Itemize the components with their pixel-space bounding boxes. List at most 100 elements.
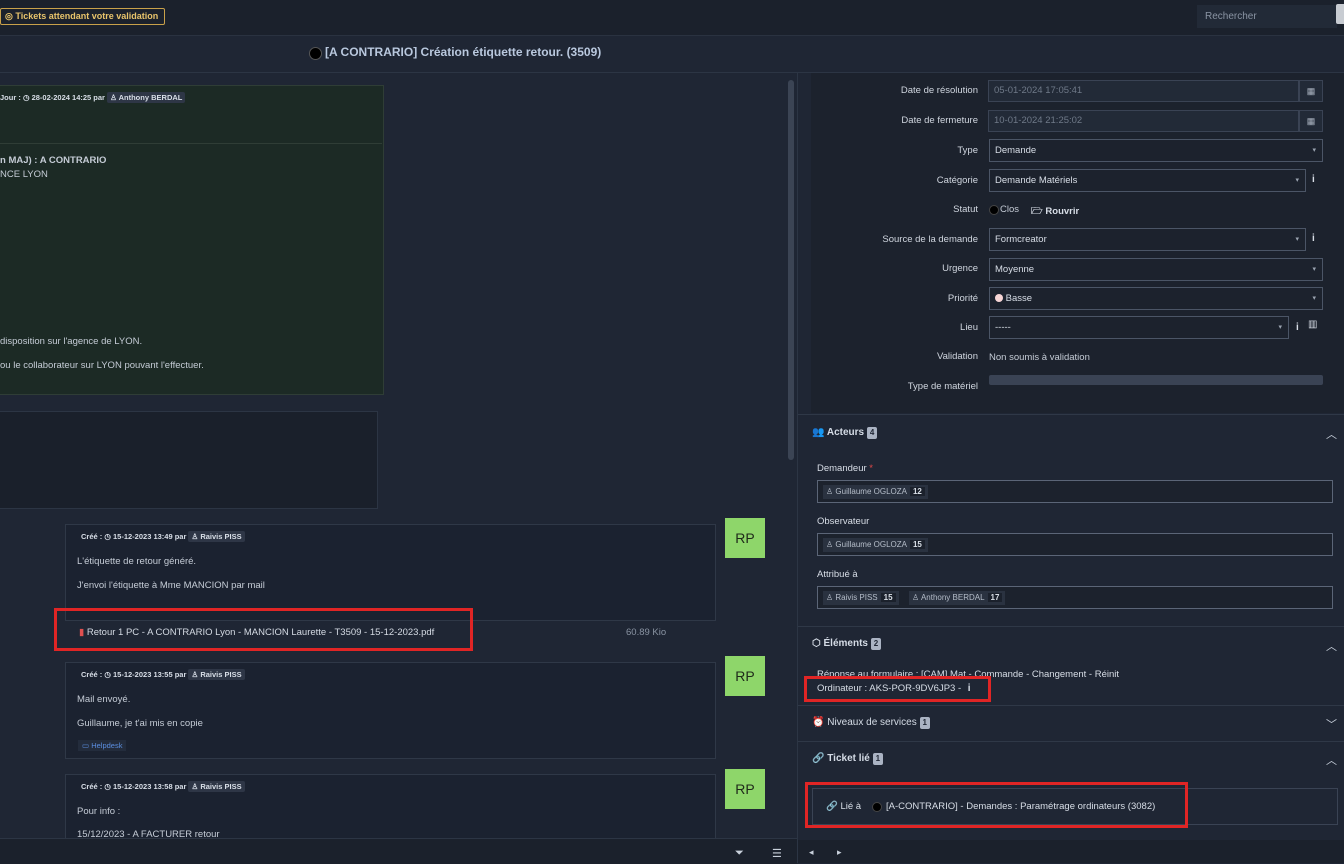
chevron-down-icon: ▾ <box>1312 266 1316 273</box>
linked-ticket-section-header[interactable]: 🔗 Ticket lié 1 <box>812 753 884 765</box>
author-chip: ♙ Raivis PISS <box>188 531 245 542</box>
items-section-header[interactable]: ⬡ Éléments 2 <box>812 638 882 650</box>
filter-icon[interactable]: ⏷ <box>735 847 744 860</box>
followup-line: 15/12/2023 - A FACTURER retour <box>77 829 220 837</box>
user-icon: ♙ <box>191 670 199 679</box>
user-icon: ♙ <box>826 540 834 549</box>
attachment-size: 60.89 Kio <box>626 627 667 638</box>
divider <box>0 143 382 144</box>
source-badge: ▭ Helpdesk <box>78 740 127 751</box>
cube-icon: ⬡ <box>812 638 821 649</box>
highlight-linked-ticket <box>805 782 1188 828</box>
divider <box>798 414 1344 415</box>
field-label: Source de la demande <box>882 234 978 245</box>
user-icon: ♙ <box>191 532 199 541</box>
avatar: RP <box>725 518 765 558</box>
author-chip: ♙ Raivis PISS <box>188 669 245 680</box>
field-label: Type <box>957 145 978 156</box>
urgency-select[interactable]: Moyenne ▾ <box>989 258 1323 281</box>
chevron-left-icon[interactable]: ◂ <box>809 847 814 858</box>
list-view-icon[interactable]: ☰ <box>772 847 782 860</box>
clock-icon: ◷ <box>22 93 30 102</box>
clock-icon: ◷ <box>104 532 111 541</box>
followup-meta: Créé : ◷ 15-12-2023 13:49 par ♙ Raivis P… <box>81 531 245 542</box>
field-label: Validation <box>936 351 978 362</box>
followup-meta: Créé : ◷ 15-12-2023 13:55 par ♙ Raivis P… <box>81 669 245 680</box>
field-label: Priorité <box>947 293 978 304</box>
actors-section-header[interactable]: 👥 Acteurs 4 <box>812 427 878 439</box>
folder-open-icon: 🗁 <box>1031 206 1043 217</box>
count-badge: 2 <box>870 638 882 650</box>
assigned-field[interactable]: ♙ Raivis PISS 15 ♙ Anthony BERDAL 17 <box>817 586 1333 609</box>
avatar: RP <box>725 656 765 696</box>
reopen-button[interactable]: 🗁 Rouvrir <box>1031 204 1079 220</box>
field-label: Urgence <box>942 263 978 274</box>
highlight-computer <box>804 676 991 702</box>
field-label: Lieu <box>960 322 978 333</box>
count-badge: 1 <box>919 717 930 729</box>
user-icon: ♙ <box>912 593 920 602</box>
field-label: Date de fermeture <box>901 115 978 126</box>
link-icon: 🔗 <box>812 753 825 764</box>
chevron-up-icon[interactable]: ︿ <box>1326 752 1337 768</box>
chevron-up-icon[interactable]: ︿ <box>1326 638 1337 654</box>
avatar: RP <box>725 769 765 809</box>
status-closed-icon <box>309 47 322 60</box>
timeline-scrollbar[interactable] <box>788 80 794 460</box>
description-line: NCE LYON <box>0 169 48 180</box>
divider <box>798 741 1344 742</box>
info-icon[interactable]: i <box>1312 233 1315 244</box>
requester-field[interactable]: ♙ Guillaume OGLOZA 12 <box>817 480 1333 503</box>
ticket-title-bar <box>0 36 1344 73</box>
category-select[interactable]: Demande Matériels ▾ <box>989 169 1306 192</box>
chevron-down-icon: ▾ <box>1312 147 1316 154</box>
description-line: n MAJ) : A CONTRARIO <box>0 155 107 166</box>
calendar-icon[interactable]: ▦ <box>1299 110 1323 132</box>
search-input[interactable]: Rechercher <box>1197 5 1337 28</box>
date-resolution-field[interactable]: 05-01-2024 17:05:41 <box>988 80 1299 102</box>
actor-chip: ♙ Anthony BERDAL 17 <box>909 591 1006 605</box>
author-chip: ♙ Raivis PISS <box>188 781 245 792</box>
divider <box>798 626 1344 627</box>
followup-line: L'étiquette de retour généré. <box>77 556 197 567</box>
chevron-down-icon: ▾ <box>1295 177 1299 184</box>
divider <box>798 705 1344 706</box>
chevron-right-icon[interactable]: ▸ <box>837 847 842 858</box>
type-select[interactable]: Demande ▾ <box>989 139 1323 162</box>
followup-meta: Créé : ◷ 15-12-2023 13:58 par ♙ Raivis P… <box>81 781 245 792</box>
calendar-icon[interactable]: ▦ <box>1299 80 1323 102</box>
clock-icon: ◷ <box>104 782 111 791</box>
field-label: Date de résolution <box>900 85 978 96</box>
priority-select[interactable]: Basse ▾ <box>989 287 1323 310</box>
form-answer-panel <box>0 411 378 509</box>
fields-footer <box>798 840 1344 863</box>
info-icon[interactable]: i <box>1312 174 1315 185</box>
count-badge: 4 <box>866 427 878 439</box>
users-icon: 👥 <box>812 427 825 438</box>
chevron-down-icon[interactable]: ﹀ <box>1326 716 1337 732</box>
date-closing-field[interactable]: 10-01-2024 21:25:02 <box>988 110 1299 132</box>
timeline-footer <box>0 838 797 864</box>
material-type-field[interactable] <box>989 375 1323 385</box>
assigned-label: Attribué à <box>817 569 858 580</box>
chevron-down-icon: ▾ <box>1278 324 1282 331</box>
map-icon[interactable]: ▥ <box>1308 319 1317 330</box>
inbox-icon: ▭ <box>82 741 90 750</box>
requester-label: Demandeur * <box>817 463 873 474</box>
actor-chip: ♙ Guillaume OGLOZA 12 <box>823 485 928 499</box>
followup-line: J'envoi l'étiquette à Mme MANCION par ma… <box>77 580 265 591</box>
followup-line: Guillaume, je t'ai mis en copie <box>77 718 203 729</box>
field-label: Catégorie <box>936 175 978 186</box>
collapse-handle[interactable] <box>1336 4 1344 24</box>
location-select[interactable]: ----- ▾ <box>989 316 1289 339</box>
status-value: Clos <box>1000 204 1020 215</box>
pending-validation-button[interactable]: ◎ Tickets attendant votre validation <box>0 8 166 25</box>
source-select[interactable]: Formcreator ▾ <box>989 228 1306 251</box>
sla-section-header[interactable]: ⏰ Niveaux de services 1 <box>812 717 930 729</box>
user-icon: ♙ <box>191 782 199 791</box>
validation-value: Non soumis à validation <box>989 352 1090 363</box>
chevron-up-icon[interactable]: ︿ <box>1326 426 1337 442</box>
eye-icon: ◎ <box>5 11 13 21</box>
observer-field[interactable]: ♙ Guillaume OGLOZA 15 <box>817 533 1333 556</box>
info-icon[interactable]: i <box>1296 322 1299 333</box>
